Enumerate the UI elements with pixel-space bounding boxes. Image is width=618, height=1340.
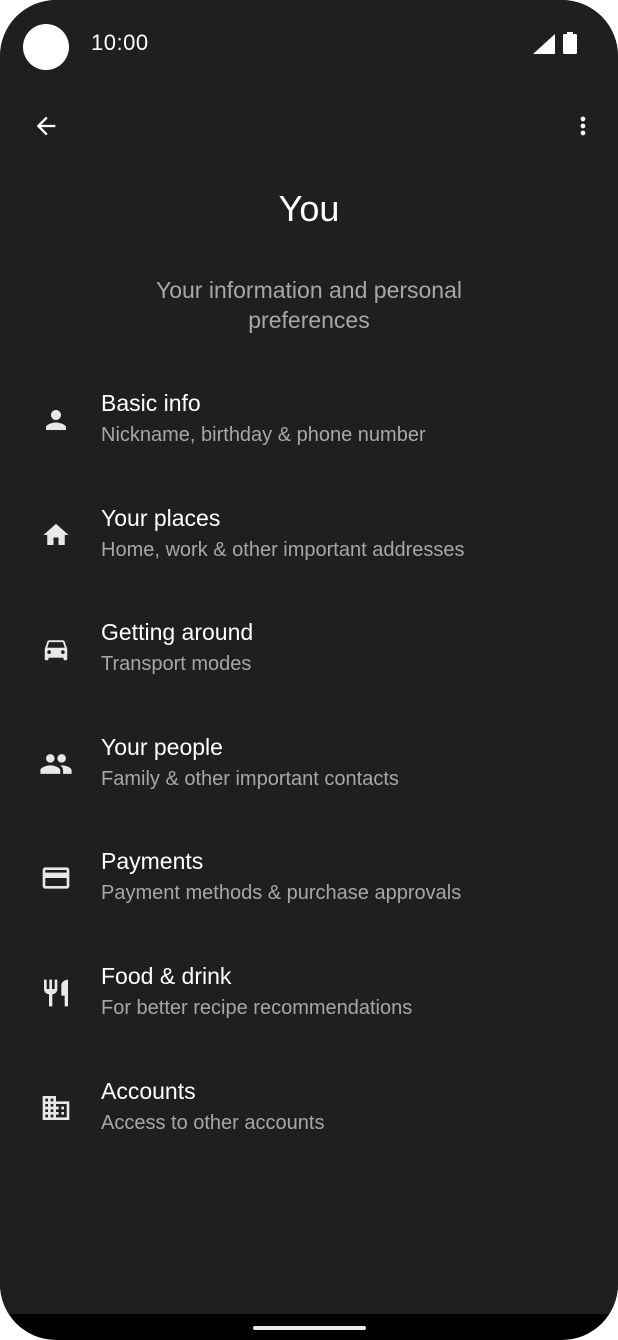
settings-menu: Basic info Nickname, birthday & phone nu… [0,362,618,1164]
menu-item-description: Access to other accounts [101,1111,325,1134]
business-icon [37,1089,75,1127]
page-title: You [278,188,340,229]
menu-item-description: Transport modes [101,653,252,676]
screen: 10:00 You Your information and personal … [0,0,618,1314]
more-options-button[interactable] [563,108,603,148]
menu-item-description: Home, work & other important addresses [101,538,465,561]
phone-frame: 10:00 You Your information and personal … [0,0,618,1340]
car-icon [37,630,75,668]
menu-item-description: Nickname, birthday & phone number [101,424,426,446]
back-button[interactable] [26,108,66,148]
more-vert-icon [569,112,597,145]
status-time: 10:00 [91,30,149,55]
home-icon [37,516,75,554]
page-subtitle: Your information and personal preference… [155,277,463,333]
menu-item-title: Your places [101,504,221,531]
menu-item-title: Accounts [101,1077,196,1104]
battery-icon [563,32,577,59]
menu-item-title: Basic info [101,390,201,416]
status-bar: 10:00 [0,0,618,90]
menu-item-basic-info[interactable]: Basic info Nickname, birthday & phone nu… [0,362,618,477]
top-app-bar [0,100,618,156]
people-icon [37,745,75,783]
person-icon [37,401,75,439]
menu-item-description: Family & other important contacts [101,767,399,790]
menu-item-payments[interactable]: Payments Payment methods & purchase appr… [0,820,618,935]
arrow-back-icon [32,112,60,145]
menu-item-title: Your people [101,733,223,760]
menu-item-accounts[interactable]: Accounts Access to other accounts [0,1050,618,1165]
menu-item-title: Getting around [101,619,254,646]
menu-item-description: For better recipe recommendations [101,996,413,1019]
menu-item-your-people[interactable]: Your people Family & other important con… [0,706,618,821]
signal-icon [533,34,555,59]
restaurant-icon [37,974,75,1012]
menu-item-your-places[interactable]: Your places Home, work & other important… [0,477,618,592]
menu-item-title: Food & drink [101,962,232,989]
camera-cutout [23,24,69,70]
menu-item-description: Payment methods & purchase approvals [101,882,462,905]
menu-item-food-drink[interactable]: Food & drink For better recipe recommend… [0,935,618,1050]
home-indicator[interactable] [253,1326,366,1330]
menu-item-getting-around[interactable]: Getting around Transport modes [0,591,618,706]
menu-item-title: Payments [101,848,204,875]
credit-card-icon [37,859,75,897]
